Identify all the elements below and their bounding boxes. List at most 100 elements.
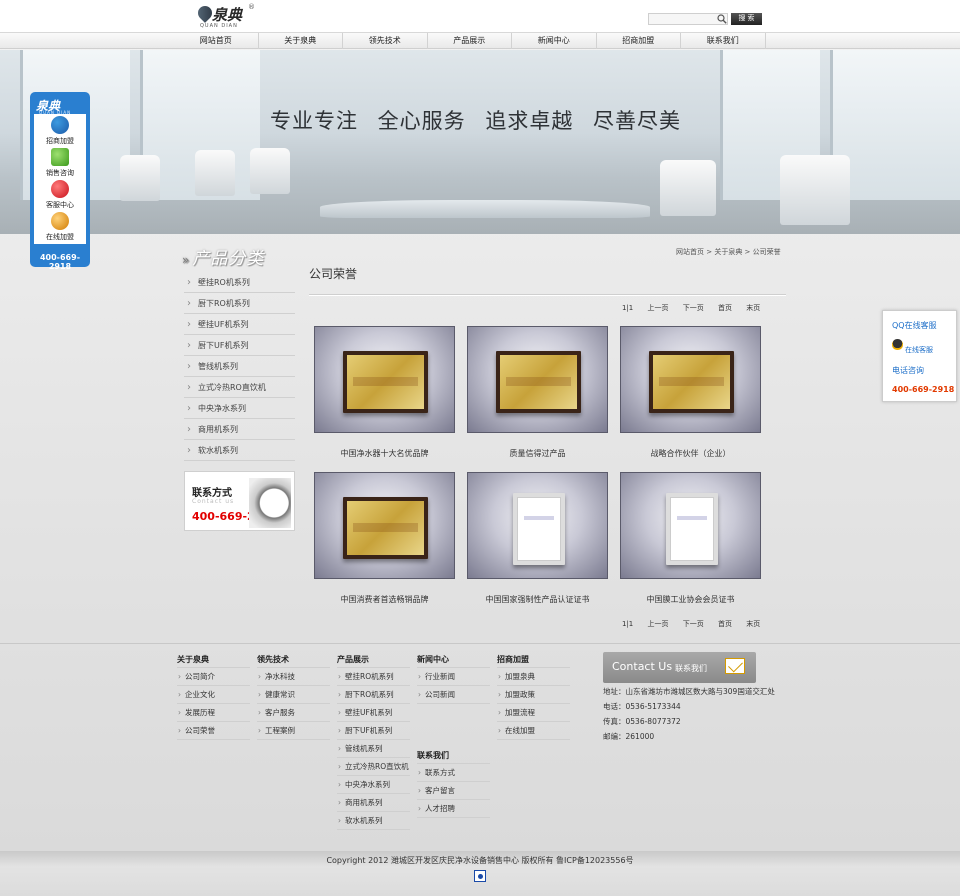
footer-link[interactable]: 商用机系列 (337, 794, 410, 812)
footer-heading[interactable]: 招商加盟 (497, 654, 570, 668)
certificate-caption[interactable]: 质量信得过产品 (467, 448, 608, 459)
footer-link[interactable]: 人才招聘 (417, 800, 490, 818)
prev-page-link[interactable]: 上一页 (648, 620, 669, 628)
footer-link[interactable]: 行业新闻 (417, 668, 490, 686)
last-page-link[interactable]: 末页 (746, 304, 760, 312)
footer-column-products: 产品展示 壁挂RO机系列 厨下RO机系列 壁挂UF机系列 厨下UF机系列 管线机… (337, 654, 410, 830)
page-count: 1|1 (622, 304, 634, 312)
category-item[interactable]: 中央净水系列 (184, 398, 295, 419)
certificate-caption[interactable]: 中国国家强制性产品认证证书 (467, 594, 608, 605)
first-page-link[interactable]: 首页 (718, 620, 732, 628)
footer-link[interactable]: 软水机系列 (337, 812, 410, 830)
title-divider (309, 294, 786, 296)
police-badge-icon[interactable] (474, 870, 486, 882)
side-float-menu: 招商加盟 销售咨询 客服中心 在线加盟 (34, 114, 86, 244)
contact-banner[interactable]: 联系方式 Contact us 400-669-2918 (184, 471, 295, 531)
contact-us-button[interactable]: Contact Us 联系我们 (603, 652, 756, 683)
footer-link[interactable]: 工程案例 (257, 722, 330, 740)
footer-link[interactable]: 壁挂RO机系列 (337, 668, 410, 686)
footer-heading[interactable]: 产品展示 (337, 654, 410, 668)
next-page-link[interactable]: 下一页 (683, 304, 704, 312)
footer-link[interactable]: 厨下UF机系列 (337, 722, 410, 740)
prev-page-link[interactable]: 上一页 (648, 304, 669, 312)
footer-link[interactable]: 中央净水系列 (337, 776, 410, 794)
logo-english-text: QUAN DIAN (200, 23, 238, 29)
nav-item-home[interactable]: 网站首页 (174, 33, 259, 49)
nav-item-news[interactable]: 新闻中心 (512, 33, 597, 49)
qq-service-link[interactable]: 在线客服 (905, 345, 933, 355)
footer-link[interactable]: 在线加盟 (497, 722, 570, 740)
side-float-item-service[interactable]: 客服中心 (34, 178, 86, 210)
footer-link[interactable]: 公司新闻 (417, 686, 490, 704)
nav-item-technology[interactable]: 领先技术 (343, 33, 428, 49)
site-logo[interactable]: 泉典 ® QUAN DIAN (195, 3, 258, 30)
side-float-phone[interactable]: 400-669-2918 (30, 253, 90, 271)
certificate-caption[interactable]: 战略合作伙伴（企业） (620, 448, 761, 459)
footer-link[interactable]: 加盟泉典 (497, 668, 570, 686)
category-item[interactable]: 管线机系列 (184, 356, 295, 377)
footer-link[interactable]: 健康常识 (257, 686, 330, 704)
footer-heading[interactable]: 联系我们 (417, 750, 490, 764)
banner-chair (250, 148, 290, 194)
side-float-item-franchise[interactable]: 招商加盟 (34, 114, 86, 146)
footer-address: 地址：山东省潍坊市潍城区数大路与309国道交汇处 (603, 687, 775, 696)
nav-item-products[interactable]: 产品展示 (428, 33, 512, 49)
certificate-image[interactable] (620, 472, 761, 579)
certificate-image[interactable] (314, 326, 455, 433)
footer-link[interactable]: 联系方式 (417, 764, 490, 782)
certificate-caption[interactable]: 中国净水器十大名优品牌 (314, 448, 455, 459)
breadcrumb[interactable]: 网站首页 > 关于泉典 > 公司荣誉 (676, 247, 781, 257)
certificate-image[interactable] (620, 326, 761, 433)
footer-column-news: 新闻中心 行业新闻 公司新闻 (417, 654, 490, 704)
certificate-image[interactable] (467, 326, 608, 433)
category-item[interactable]: 厨下UF机系列 (184, 335, 295, 356)
footer-link[interactable]: 加盟政策 (497, 686, 570, 704)
search-input[interactable] (648, 13, 728, 25)
footer-column-franchise: 招商加盟 加盟泉典 加盟政策 加盟流程 在线加盟 (497, 654, 570, 740)
search-icon[interactable] (717, 14, 727, 24)
category-item[interactable]: 壁挂UF机系列 (184, 314, 295, 335)
category-item[interactable]: 厨下RO机系列 (184, 293, 295, 314)
footer-heading[interactable]: 领先技术 (257, 654, 330, 668)
footer-link[interactable]: 公司简介 (177, 668, 250, 686)
certificate-caption[interactable]: 中国消费者首选畅销品牌 (314, 594, 455, 605)
side-float-item-sales[interactable]: 销售咨询 (34, 146, 86, 178)
category-item[interactable]: 壁挂RO机系列 (184, 272, 295, 293)
heart-icon (51, 180, 69, 198)
certificate-image[interactable] (467, 472, 608, 579)
banner-chair (120, 155, 160, 201)
people-icon (51, 116, 69, 134)
next-page-link[interactable]: 下一页 (683, 620, 704, 628)
search-button[interactable]: 搜 索 (731, 13, 762, 25)
footer-link[interactable]: 厨下RO机系列 (337, 686, 410, 704)
footer-link[interactable]: 客户服务 (257, 704, 330, 722)
footer-link[interactable]: 净水科技 (257, 668, 330, 686)
first-page-link[interactable]: 首页 (718, 304, 732, 312)
banner-chair (780, 155, 850, 225)
footer-link[interactable]: 立式冷热RO直饮机 (337, 758, 410, 776)
logo-registered-mark: ® (248, 3, 255, 11)
qq-service-title: QQ在线客服 (892, 321, 937, 330)
footer-link[interactable]: 加盟流程 (497, 704, 570, 722)
footer-link[interactable]: 公司荣誉 (177, 722, 250, 740)
side-float-item-online-join[interactable]: 在线加盟 (34, 210, 86, 242)
category-item[interactable]: 商用机系列 (184, 419, 295, 440)
qq-penguin-icon[interactable] (892, 339, 903, 350)
footer-link[interactable]: 发展历程 (177, 704, 250, 722)
footer-heading[interactable]: 关于泉典 (177, 654, 250, 668)
last-page-link[interactable]: 末页 (746, 620, 760, 628)
footer-fax: 传真：0536-8077372 (603, 717, 681, 726)
category-item[interactable]: 软水机系列 (184, 440, 295, 461)
nav-item-about[interactable]: 关于泉典 (259, 33, 343, 49)
footer-link[interactable]: 壁挂UF机系列 (337, 704, 410, 722)
footer-link[interactable]: 客户留言 (417, 782, 490, 800)
footer-heading[interactable]: 新闻中心 (417, 654, 490, 668)
category-item[interactable]: 立式冷热RO直饮机 (184, 377, 295, 398)
nav-item-contact[interactable]: 联系我们 (681, 33, 766, 49)
footer-link[interactable]: 企业文化 (177, 686, 250, 704)
banner-chair (195, 150, 235, 196)
certificate-caption[interactable]: 中国膜工业协会会员证书 (620, 594, 761, 605)
certificate-image[interactable] (314, 472, 455, 579)
nav-item-franchise[interactable]: 招商加盟 (597, 33, 681, 49)
footer-link[interactable]: 管线机系列 (337, 740, 410, 758)
